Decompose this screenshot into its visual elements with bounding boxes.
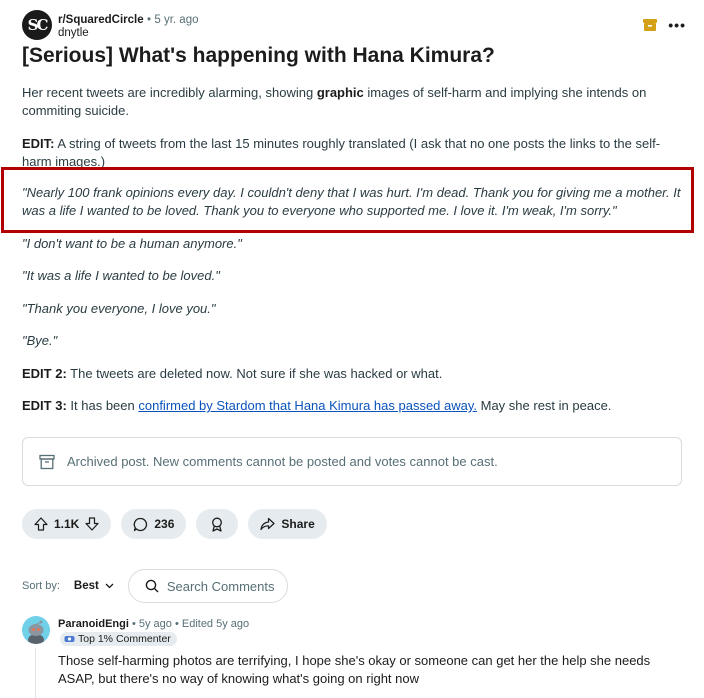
subreddit-logo[interactable]: SC <box>22 10 52 40</box>
archived-notice: Archived post. New comments cannot be po… <box>22 437 682 486</box>
edit1-label: EDIT: <box>22 136 55 151</box>
user-flair: Top 1% Commenter <box>60 632 177 646</box>
sort-label: Sort by: <box>22 580 60 592</box>
comment-text: Those self-harming photos are terrifying… <box>58 653 651 686</box>
edit2-text: The tweets are deleted now. Not sure if … <box>66 366 443 381</box>
comment-time: • 5y ago • Edited 5y ago <box>128 618 250 630</box>
comment-sort-bar: Sort by: Best Search Comments <box>22 569 288 603</box>
post-body-edit2: EDIT 2: The tweets are deleted now. Not … <box>22 365 682 383</box>
post-actions: 1.1K 236 Share <box>22 509 327 539</box>
quote-2: "I don't want to be a human anymore." <box>22 235 682 253</box>
award-button[interactable] <box>196 509 239 539</box>
highlight-box <box>1 167 694 233</box>
quote-5: "Bye." <box>22 332 682 350</box>
comment-username[interactable]: ParanoidEngi <box>58 618 129 630</box>
quote-5-text: "Bye." <box>22 333 58 348</box>
vote-count: 1.1K <box>54 517 80 531</box>
para1-bold: graphic <box>316 85 364 100</box>
comment-meta: ParanoidEngi • 5y ago • Edited 5y ago <box>58 618 249 630</box>
quote-3-text: "It was a life I wanted to be loved." <box>22 268 220 283</box>
archive-icon <box>643 19 658 31</box>
post-body-edit1: EDIT: A string of tweets from the last 1… <box>22 135 682 171</box>
share-label: Share <box>281 517 315 531</box>
quote-4-text: "Thank you everyone, I love you." <box>22 301 216 316</box>
snoo-avatar-icon <box>28 620 44 644</box>
more-options-icon[interactable]: ••• <box>668 18 686 32</box>
search-icon <box>145 579 159 593</box>
post-meta: r/SquaredCircle • 5 yr. ago <box>58 12 199 27</box>
award-icon <box>212 517 223 532</box>
thread-line[interactable] <box>35 648 36 698</box>
downvote-icon[interactable] <box>85 517 99 531</box>
post-author[interactable]: dnytle <box>58 27 89 39</box>
stardom-confirmation-link[interactable]: confirmed by Stardom that Hana Kimura ha… <box>138 398 477 413</box>
post-body-edit3: EDIT 3: It has been confirmed by Stardom… <box>22 397 682 415</box>
edit3-label: EDIT 3: <box>22 398 67 413</box>
quote-4: "Thank you everyone, I love you." <box>22 300 682 318</box>
comment-count: 236 <box>154 517 175 531</box>
sort-dropdown[interactable]: Best <box>74 580 114 592</box>
edit3-text-pre: It has been <box>66 398 139 413</box>
avatar[interactable] <box>22 616 50 644</box>
comments-button[interactable]: 236 <box>121 509 187 539</box>
vote-control: 1.1K <box>22 509 112 539</box>
chevron-down-icon <box>105 583 114 589</box>
upvote-icon[interactable] <box>34 517 48 531</box>
search-placeholder: Search Comments <box>166 578 275 594</box>
share-button[interactable]: Share <box>248 509 327 539</box>
meta-separator: • <box>147 14 152 26</box>
quote-2-text: "I don't want to be a human anymore." <box>22 236 242 251</box>
archive-box-icon <box>39 454 55 469</box>
quote-3: "It was a life I wanted to be loved." <box>22 267 682 285</box>
archived-notice-text: Archived post. New comments cannot be po… <box>67 454 498 469</box>
header-icons: ••• <box>642 18 686 32</box>
share-icon <box>260 517 275 531</box>
search-comments-input[interactable]: Search Comments <box>127 569 288 603</box>
sort-value: Best <box>73 580 99 592</box>
comment-icon <box>134 517 148 531</box>
commenter-badge-icon <box>64 636 75 642</box>
edit3-text-post: May she rest in peace. <box>477 398 612 413</box>
post-body-para1: Her recent tweets are incredibly alarmin… <box>22 84 682 120</box>
para1-text-pre: Her recent tweets are incredibly alarmin… <box>22 85 317 100</box>
edit1-text: A string of tweets from the last 15 minu… <box>22 136 661 169</box>
post-age: 5 yr. ago <box>154 14 199 26</box>
post-title: [Serious] What's happening with Hana Kim… <box>22 44 495 67</box>
flair-text: Top 1% Commenter <box>78 633 171 645</box>
edit2-label: EDIT 2: <box>22 366 67 381</box>
post-header: SC r/SquaredCircle • 5 yr. ago dnytle ••… <box>22 10 686 42</box>
subreddit-name[interactable]: r/SquaredCircle <box>58 14 144 26</box>
